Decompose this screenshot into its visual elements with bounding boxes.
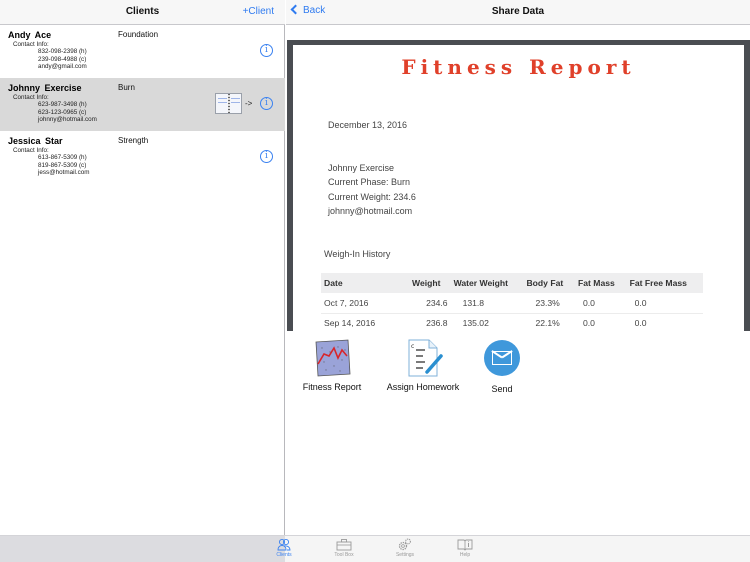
cell-water-weight: 135.02 bbox=[450, 313, 524, 331]
weigh-in-table: Date Weight Water Weight Body Fat Fat Ma… bbox=[321, 273, 703, 331]
contact-details: 613-867-5309 (h) 819-867-5309 (c) jess@h… bbox=[38, 154, 90, 177]
table-row: Oct 7, 2016 234.6 131.8 23.3% 0.0 0.0 bbox=[321, 293, 703, 314]
col-fat-free-mass: Fat Free Mass bbox=[626, 273, 703, 293]
contact-details: 623-987-3498 (h) 623-123-0965 (c) johnny… bbox=[38, 101, 97, 124]
cell-weight: 236.8 bbox=[409, 313, 451, 331]
email: johnny@hotmail.com bbox=[38, 116, 97, 124]
report-date: December 13, 2016 bbox=[328, 120, 408, 130]
tab-toolbox-label: Tool Box bbox=[334, 552, 354, 558]
report-current-phase: Current Phase: Burn bbox=[328, 177, 411, 188]
client-phase: Burn bbox=[118, 83, 135, 92]
add-client-button[interactable]: +Client bbox=[243, 6, 274, 17]
send-button[interactable]: Send bbox=[482, 338, 522, 394]
client-name: Andy Ace bbox=[8, 30, 52, 40]
weigh-in-heading: Weigh-In History bbox=[324, 249, 391, 259]
tab-help-label: Help bbox=[459, 552, 471, 558]
mail-icon bbox=[482, 340, 522, 380]
contact-label: Contact Info: bbox=[13, 41, 49, 48]
cell-date: Oct 7, 2016 bbox=[321, 293, 409, 314]
report-current-weight: Current Weight: 234.6 bbox=[328, 191, 416, 202]
phone-cell: 623-123-0965 (c) bbox=[38, 108, 87, 116]
cell-weight: 234.6 bbox=[409, 293, 451, 314]
cell-fat-mass: 0.0 bbox=[575, 313, 627, 331]
tab-bar-left-shade bbox=[0, 536, 285, 562]
share-data-panel: Back Share Data Fitness Report December … bbox=[286, 0, 750, 535]
tab-clients-label: Clients bbox=[276, 552, 292, 558]
phone-cell: 239-098-4988 (c) bbox=[38, 55, 87, 63]
client-phase: Foundation bbox=[118, 30, 159, 39]
svg-text:c: c bbox=[411, 343, 414, 350]
toolbox-icon bbox=[336, 539, 352, 551]
send-label: Send bbox=[491, 384, 513, 394]
report-client-info: Johnny Exercise Current Phase: Burn Curr… bbox=[328, 161, 416, 219]
info-icon[interactable]: i bbox=[260, 44, 273, 57]
cell-date: Sep 14, 2016 bbox=[321, 313, 409, 331]
client-row-johnny-exercise[interactable]: Johnny Exercise Burn Contact Info: 623-9… bbox=[0, 78, 285, 131]
phone-home: 613-867-5309 (h) bbox=[38, 154, 87, 161]
clients-panel: Clients +Client Andy Ace Foundation Cont… bbox=[0, 0, 285, 535]
report-email: johnny@hotmail.com bbox=[328, 206, 413, 217]
cell-body-fat: 22.1% bbox=[523, 313, 576, 331]
phone-home: 623-987-3498 (h) bbox=[38, 101, 87, 108]
client-name: Jessica Star bbox=[8, 136, 63, 146]
client-row-jessica-star[interactable]: Jessica Star Strength Contact Info: 613-… bbox=[0, 131, 285, 184]
assign-homework-label: Assign Homework bbox=[386, 382, 460, 392]
fitness-report-button[interactable]: Fitness Report bbox=[300, 338, 364, 392]
col-body-fat: Body Fat bbox=[523, 273, 576, 293]
cell-water-weight: 131.8 bbox=[450, 293, 524, 314]
contact-label: Contact Info: bbox=[13, 147, 49, 154]
cell-body-fat: 23.3% bbox=[523, 293, 576, 314]
cell-fat-mass: 0.0 bbox=[575, 293, 627, 314]
client-phase: Strength bbox=[118, 136, 149, 145]
arrow-indicator: -> bbox=[245, 99, 253, 108]
contact-details: 832-098-2398 (h) 239-098-4988 (c) andy@g… bbox=[38, 48, 87, 71]
gears-icon bbox=[398, 538, 411, 551]
notebook-icon[interactable] bbox=[215, 93, 242, 114]
document-pen-icon: c bbox=[403, 338, 443, 378]
table-header-row: Date Weight Water Weight Body Fat Fat Ma… bbox=[321, 273, 703, 293]
info-icon[interactable]: i bbox=[260, 150, 273, 163]
chart-icon bbox=[312, 338, 352, 378]
people-icon bbox=[277, 538, 291, 551]
share-navbar: Back Share Data bbox=[286, 0, 750, 25]
contact-label: Contact Info: bbox=[13, 94, 49, 101]
col-water-weight: Water Weight bbox=[450, 273, 524, 293]
tab-clients[interactable]: Clients bbox=[259, 538, 309, 558]
tab-help[interactable]: Help bbox=[440, 538, 490, 558]
fitness-report-label: Fitness Report bbox=[302, 382, 362, 392]
email: jess@hotmail.com bbox=[38, 169, 90, 177]
share-title: Share Data bbox=[491, 6, 545, 17]
document-page: Fitness Report December 13, 2016 Johnny … bbox=[293, 45, 744, 331]
report-title: Fitness Report bbox=[401, 55, 636, 79]
phone-home: 832-098-2398 (h) bbox=[38, 48, 87, 55]
info-icon[interactable]: i bbox=[260, 97, 273, 110]
col-weight: Weight bbox=[409, 273, 451, 293]
phone-cell: 819-867-5309 (c) bbox=[38, 161, 87, 169]
col-fat-mass: Fat Mass bbox=[575, 273, 627, 293]
assign-homework-button[interactable]: c Assign Homework bbox=[383, 338, 463, 392]
cell-fat-free-mass: 0.0 bbox=[626, 313, 703, 331]
tab-bar: Clients Tool Box Settings Help bbox=[0, 535, 750, 562]
tab-settings-label: Settings bbox=[395, 552, 415, 558]
email: andy@gmail.com bbox=[38, 63, 87, 71]
clients-navbar: Clients +Client bbox=[0, 0, 285, 25]
table-row: Sep 14, 2016 236.8 135.02 22.1% 0.0 0.0 bbox=[321, 313, 703, 331]
tab-toolbox[interactable]: Tool Box bbox=[319, 538, 369, 558]
cell-fat-free-mass: 0.0 bbox=[626, 293, 703, 314]
document-preview[interactable]: Fitness Report December 13, 2016 Johnny … bbox=[287, 40, 750, 331]
book-icon bbox=[457, 539, 473, 551]
col-date: Date bbox=[321, 273, 409, 293]
report-client-name: Johnny Exercise bbox=[328, 163, 395, 173]
tab-settings[interactable]: Settings bbox=[380, 538, 430, 558]
client-row-andy-ace[interactable]: Andy Ace Foundation Contact Info: 832-09… bbox=[0, 25, 285, 78]
client-name: Johnny Exercise bbox=[8, 83, 82, 93]
